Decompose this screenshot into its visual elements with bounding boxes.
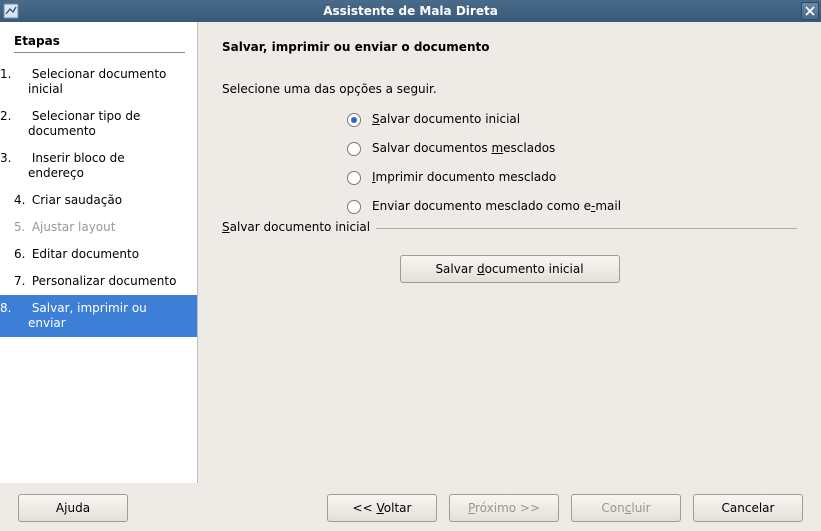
main-area: Etapas 1. Selecionar documento inicial2.…	[0, 22, 821, 483]
step-item-7[interactable]: 7. Personalizar documento	[0, 268, 197, 295]
step-item-6[interactable]: 6. Editar documento	[0, 241, 197, 268]
cancel-button[interactable]: Cancelar	[693, 494, 803, 522]
group-legend: Salvar documento inicial	[222, 220, 376, 234]
steps-list: 1. Selecionar documento inicial2. Seleci…	[0, 61, 197, 337]
options-group: Salvar documento inicial Salvar documento…	[342, 110, 797, 214]
sidebar-title: Etapas	[14, 34, 185, 53]
page-intro: Selecione uma das opções a seguir.	[222, 82, 797, 96]
option-row-1: Salvar documentos mesclados	[342, 139, 797, 156]
opt-print-merged-label[interactable]: Imprimir documento mesclado	[372, 170, 556, 184]
next-button[interactable]: Próximo >>	[449, 494, 559, 522]
back-button[interactable]: << Voltar	[327, 494, 437, 522]
opt-save-initial[interactable]	[347, 113, 361, 127]
title-bar: Assistente de Mala Direta	[0, 0, 821, 22]
step-item-2[interactable]: 2. Selecionar tipo de documento	[0, 103, 197, 145]
page-content: Salvar, imprimir ou enviar o documento S…	[198, 22, 821, 483]
finish-button[interactable]: Concluir	[571, 494, 681, 522]
dialog-footer: Ajuda << Voltar Próximo >> Concluir Canc…	[0, 483, 821, 531]
step-item-3[interactable]: 3. Inserir bloco de endereço	[0, 145, 197, 187]
opt-print-merged[interactable]	[347, 171, 361, 185]
step-item-1[interactable]: 1. Selecionar documento inicial	[0, 61, 197, 103]
opt-send-email[interactable]	[347, 200, 361, 214]
opt-send-email-label[interactable]: Enviar documento mesclado como e-mail	[372, 199, 621, 213]
steps-sidebar: Etapas 1. Selecionar documento inicial2.…	[0, 22, 198, 483]
save-initial-document-button[interactable]: Salvar documento inicial	[400, 255, 620, 283]
step-item-5: 5. Ajustar layout	[0, 214, 197, 241]
step-item-8[interactable]: 8. Salvar, imprimir ou enviar	[0, 295, 197, 337]
page-heading: Salvar, imprimir ou enviar o documento	[222, 40, 797, 54]
help-button[interactable]: Ajuda	[18, 494, 128, 522]
app-icon	[0, 0, 22, 22]
save-initial-group: Salvar documento inicial Salvar document…	[222, 228, 797, 283]
opt-save-merged[interactable]	[347, 142, 361, 156]
close-button[interactable]	[801, 2, 819, 20]
dialog-body: Etapas 1. Selecionar documento inicial2.…	[0, 22, 821, 531]
option-row-2: Imprimir documento mesclado	[342, 168, 797, 185]
option-row-0: Salvar documento inicial	[342, 110, 797, 127]
opt-save-merged-label[interactable]: Salvar documentos mesclados	[372, 141, 555, 155]
opt-save-initial-label[interactable]: Salvar documento inicial	[372, 112, 520, 126]
option-row-3: Enviar documento mesclado como e-mail	[342, 197, 797, 214]
window-title: Assistente de Mala Direta	[0, 4, 821, 18]
step-item-4[interactable]: 4. Criar saudação	[0, 187, 197, 214]
